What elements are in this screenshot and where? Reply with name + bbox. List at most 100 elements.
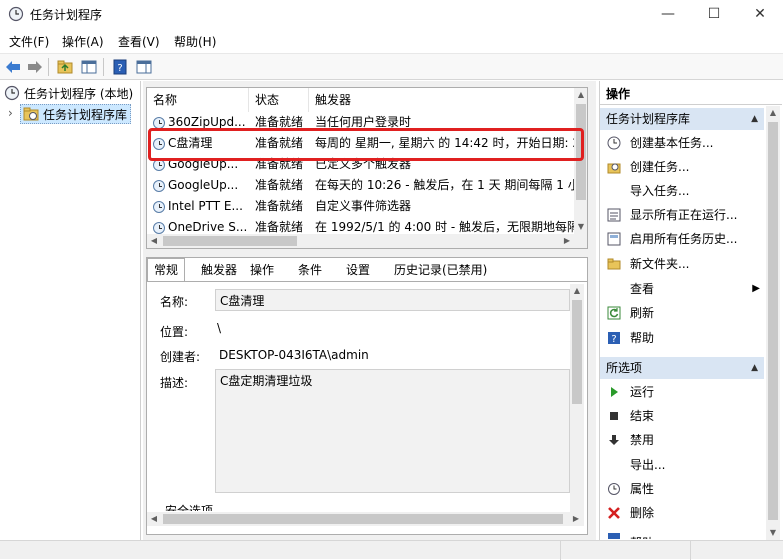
collapse-up-icon[interactable]: ▲	[751, 357, 758, 379]
actions-title: 操作	[600, 83, 782, 105]
task-name: 360ZipUpd...	[168, 115, 246, 129]
tree-item-root-label: 任务计划程序 (本地)	[24, 86, 134, 101]
refresh-icon	[606, 305, 622, 321]
back-arrow-icon[interactable]	[3, 57, 23, 77]
author-label: 创建者:	[160, 350, 201, 364]
close-button[interactable]: ✕	[737, 0, 783, 28]
section-header-library[interactable]: 任务计划程序库 ▲	[600, 108, 764, 130]
action-show-running[interactable]: 显示所有正在运行...	[600, 203, 764, 227]
action-label: 导入任务...	[630, 184, 690, 198]
action-end[interactable]: 结束	[600, 404, 764, 428]
location-value: \	[217, 321, 222, 335]
task-list[interactable]: 名称 状态 触发器 360ZipUpd... 准备就绪 当任何用户登录时 C盘清…	[146, 87, 588, 249]
task-row[interactable]: Intel PTT E... 准备就绪 自定义事件筛选器	[147, 196, 575, 217]
action-label: 结束	[630, 409, 655, 423]
collapse-up-icon[interactable]: ▲	[751, 108, 758, 130]
toolbar: ?	[0, 53, 783, 80]
task-name: GoogleUp...	[168, 178, 239, 192]
view-icon	[606, 281, 622, 297]
scroll-left-arrow-icon[interactable]: ◀	[147, 512, 161, 526]
action-create-basic-task[interactable]: 创建基本任务...	[600, 131, 764, 155]
section-header-label: 所选项	[606, 361, 643, 375]
task-scheduler-app-icon	[8, 6, 24, 22]
minimize-button[interactable]: —	[645, 0, 691, 28]
details-hscroll[interactable]: ◀ ▶	[147, 512, 584, 526]
action-disable[interactable]: 禁用	[600, 428, 764, 452]
scroll-thumb[interactable]	[163, 514, 563, 524]
column-header-status[interactable]: 状态	[249, 88, 309, 112]
task-name: Intel PTT E...	[168, 199, 243, 213]
action-label: 禁用	[630, 433, 655, 447]
action-export[interactable]: 导出...	[600, 453, 764, 477]
window-title: 任务计划程序	[30, 8, 103, 22]
action-view[interactable]: 查看 ▶	[600, 277, 764, 301]
action-delete[interactable]: 删除	[600, 501, 764, 525]
scroll-left-arrow-icon[interactable]: ◀	[147, 234, 161, 248]
scroll-up-arrow-icon[interactable]: ▲	[570, 284, 584, 298]
task-clock-icon	[153, 200, 165, 213]
scroll-down-arrow-icon[interactable]: ▼	[574, 220, 587, 234]
action-refresh[interactable]: 刷新	[600, 301, 764, 325]
expand-chevron-icon[interactable]: ›	[8, 106, 13, 120]
task-clock-icon	[153, 221, 165, 234]
show-hide-tree-icon[interactable]	[79, 57, 99, 77]
action-new-folder[interactable]: 新文件夹...	[600, 252, 764, 276]
tree-item-root[interactable]: 任务计划程序 (本地)	[4, 83, 133, 103]
tab-settings[interactable]: 设置	[340, 259, 376, 281]
tab-conditions[interactable]: 条件	[292, 259, 328, 281]
scroll-thumb[interactable]	[163, 236, 297, 246]
tree-item-library[interactable]: 任务计划程序库	[20, 104, 132, 124]
action-enable-history[interactable]: 启用所有任务历史...	[600, 227, 764, 251]
scroll-right-arrow-icon[interactable]: ▶	[569, 512, 583, 526]
scroll-up-arrow-icon[interactable]: ▲	[766, 106, 780, 120]
scroll-thumb[interactable]	[572, 300, 582, 404]
end-icon	[606, 408, 622, 424]
menu-view[interactable]: 查看(V)	[118, 33, 160, 50]
scroll-up-arrow-icon[interactable]: ▲	[574, 88, 587, 102]
scroll-right-arrow-icon[interactable]: ▶	[560, 234, 574, 248]
svg-text:?: ?	[117, 63, 122, 74]
tab-triggers[interactable]: 触发器	[195, 259, 243, 281]
action-import-task[interactable]: 导入任务...	[600, 179, 764, 203]
tab-divider	[147, 281, 587, 282]
column-header-trigger[interactable]: 触发器	[309, 88, 575, 112]
actions-vscroll[interactable]: ▲ ▼	[766, 106, 780, 540]
scroll-thumb[interactable]	[768, 122, 778, 520]
column-header-name[interactable]: 名称	[147, 88, 249, 112]
action-properties[interactable]: 属性	[600, 477, 764, 501]
task-list-vscroll[interactable]: ▲ ▼	[574, 88, 587, 234]
properties-icon	[606, 481, 622, 497]
menu-action[interactable]: 操作(A)	[62, 33, 104, 50]
task-list-hscroll[interactable]: ◀ ▶	[147, 234, 587, 248]
export-icon	[606, 457, 622, 473]
action-run[interactable]: 运行	[600, 380, 764, 404]
history-icon	[606, 231, 622, 247]
author-value: DESKTOP-043I6TA\admin	[219, 348, 369, 362]
name-field[interactable]: C盘清理	[215, 289, 570, 311]
details-vscroll[interactable]: ▲	[570, 284, 584, 512]
task-row[interactable]: GoogleUp... 准备就绪 在每天的 10:26 - 触发后，在 1 天 …	[147, 175, 575, 196]
menu-file[interactable]: 文件(F)	[9, 33, 49, 50]
name-label: 名称:	[160, 295, 189, 309]
show-action-pane-icon[interactable]	[134, 57, 154, 77]
section-header-selected[interactable]: 所选项 ▲	[600, 357, 764, 379]
action-help-selected[interactable]: 帮助	[600, 526, 764, 539]
tab-general[interactable]: 常规	[147, 258, 186, 282]
action-create-task[interactable]: 创建任务...	[600, 155, 764, 179]
menu-help[interactable]: 帮助(H)	[174, 33, 216, 50]
forward-arrow-icon[interactable]	[25, 57, 45, 77]
maximize-button[interactable]: ☐	[691, 0, 737, 28]
up-folder-icon[interactable]	[55, 57, 75, 77]
toolbar-separator	[48, 58, 49, 76]
tab-actions[interactable]: 操作	[244, 259, 280, 281]
task-name: OneDrive S...	[168, 220, 247, 234]
title-bar[interactable]: 任务计划程序 — ☐ ✕	[0, 0, 783, 28]
description-field[interactable]: C盘定期清理垃圾	[215, 369, 570, 493]
description-label: 描述:	[160, 376, 189, 390]
help-book-icon[interactable]: ?	[110, 57, 130, 77]
action-help[interactable]: ? 帮助	[600, 326, 764, 350]
security-options-label: 安全选项	[165, 504, 214, 511]
tab-history[interactable]: 历史记录(已禁用)	[388, 259, 493, 281]
toolbar-separator	[103, 58, 104, 76]
scroll-down-arrow-icon[interactable]: ▼	[766, 526, 780, 540]
